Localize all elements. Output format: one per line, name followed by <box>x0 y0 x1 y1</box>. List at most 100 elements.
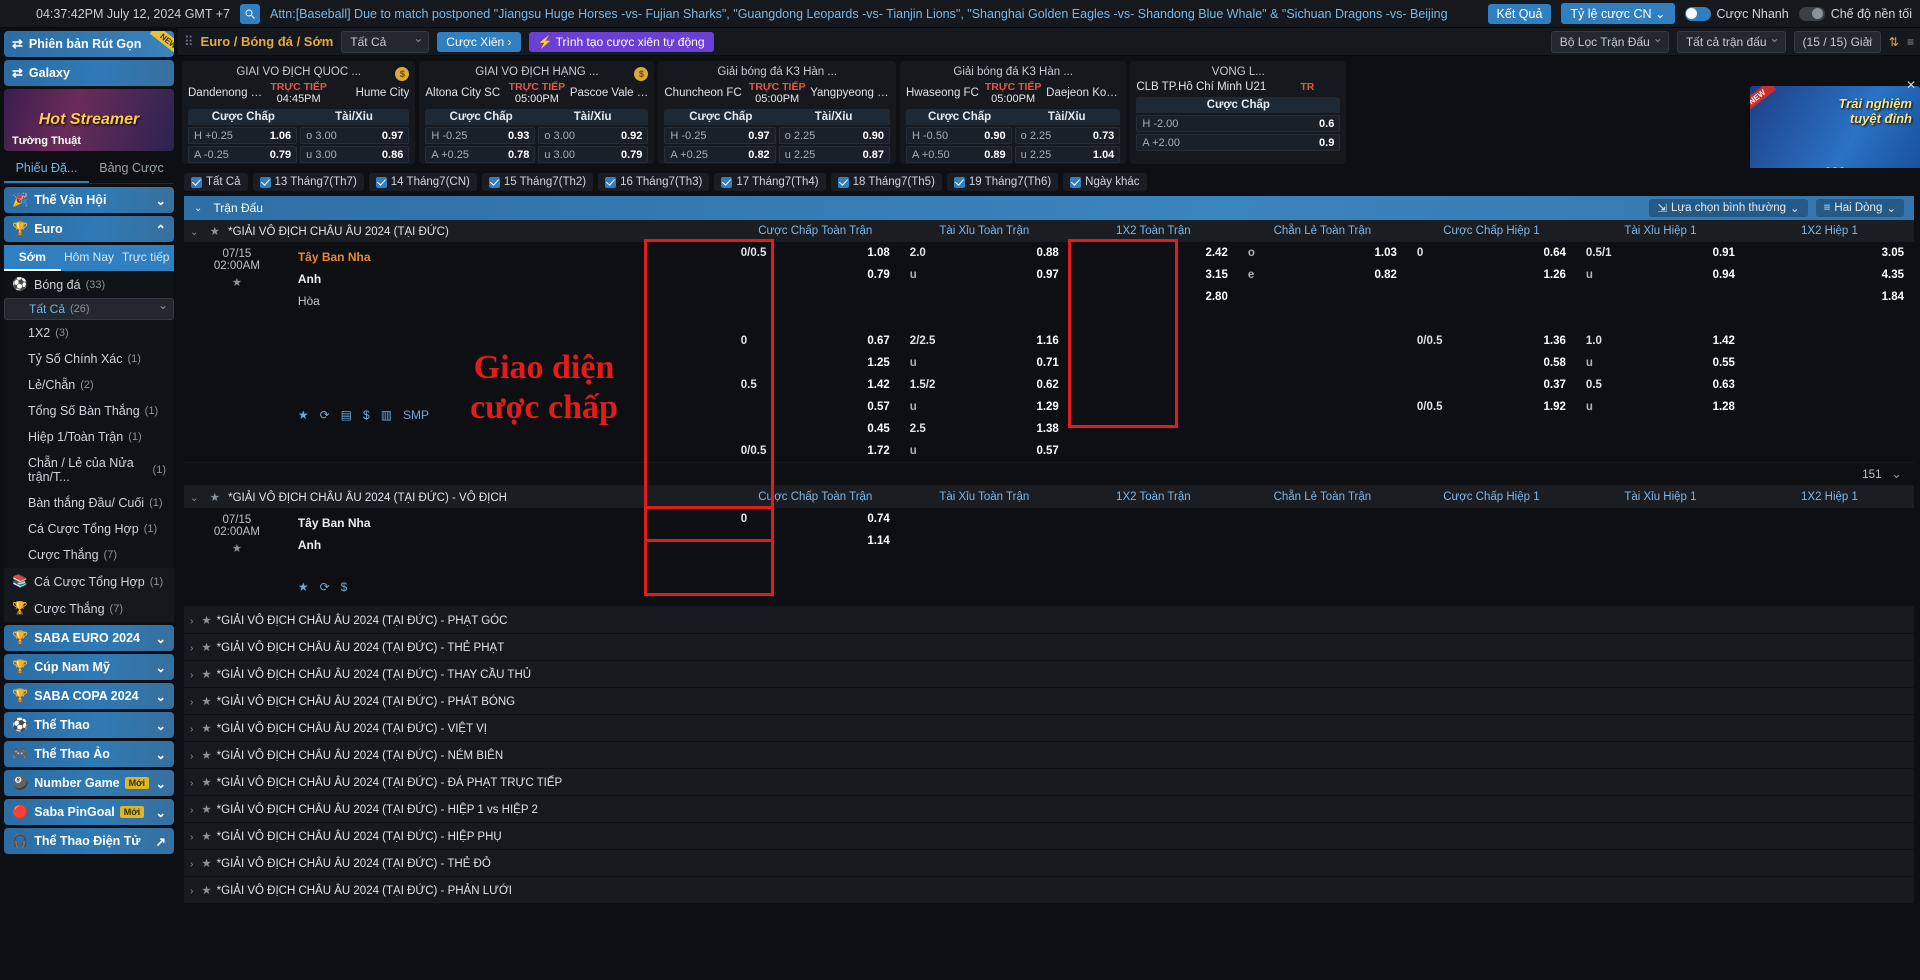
star-icon[interactable]: ★ <box>201 669 211 681</box>
chevron-down-icon[interactable]: ⌄ <box>190 227 198 238</box>
match-card[interactable]: GIẢI VÔ ĐỊCH QUỐC ... $ Dandenong City S… <box>182 61 416 164</box>
checkbox-icon[interactable] <box>721 176 733 188</box>
league-header-row[interactable]: ⌄ ★ *GIẢI VÔ ĐỊCH CHÂU ÂU 2024 (TẠI ĐỨC)… <box>184 220 1914 242</box>
odds-line[interactable]: 2.5 1.38 <box>900 418 1069 440</box>
odds-type-select[interactable]: Tỷ lệ cược CN ⌄ <box>1561 3 1675 24</box>
dollar-icon[interactable]: $ <box>363 408 370 422</box>
star-icon[interactable]: ★ <box>298 580 309 594</box>
tab-live[interactable]: Trực tiếp <box>117 245 174 271</box>
odds-line[interactable]: 0 0.74 <box>731 508 900 530</box>
odds-line[interactable]: u 0.97 <box>900 264 1069 286</box>
accordion-row[interactable]: › ★ *GIẢI VÔ ĐỊCH CHÂU ÂU 2024 (TẠI ĐỨC) -… <box>184 660 1914 688</box>
odd-cell[interactable]: o 2.25 0.73 <box>1014 127 1121 144</box>
odd-cell[interactable]: H -0.50 0.90 <box>906 127 1012 144</box>
checkbox-icon[interactable] <box>605 176 617 188</box>
sidebar-olympics[interactable]: 🎉 Thế Vận Hội ⌄ <box>4 187 174 213</box>
star-icon[interactable]: ★ <box>201 777 211 789</box>
date-chip[interactable]: 17 Tháng7(Th4) <box>714 173 826 191</box>
odd-cell[interactable]: u 3.00 0.79 <box>538 146 649 163</box>
sidebar-sports[interactable]: ⚽ Thể Thao ⌄ <box>4 712 174 738</box>
odds-line[interactable]: 2.0 0.88 <box>900 242 1069 264</box>
accordion-row[interactable]: › ★ *GIẢI VÔ ĐỊCH CHÂU ÂU 2024 (TẠI ĐỨC) -… <box>184 876 1914 904</box>
odds-line[interactable]: 3.05 <box>1745 242 1914 264</box>
sidebar-saba-pingoal[interactable]: 🔴 Saba PinGoal Mới ⌄ <box>4 799 174 825</box>
table-row[interactable]: 07/15 02:00AM ★ Tây Ban Nha Anh ★ ⟳ $ 0 … <box>184 508 1914 607</box>
odd-cell[interactable]: o 3.00 0.92 <box>538 127 649 144</box>
stats-icon[interactable]: ▥ <box>381 408 392 422</box>
odds-line[interactable]: 0/0.5 1.72 <box>731 440 900 462</box>
cell-oe-full[interactable]: o 1.03 e 0.82 <box>1237 242 1407 463</box>
odds-line[interactable]: 1.14 <box>731 530 900 552</box>
checkbox-icon[interactable] <box>191 176 202 188</box>
star-icon[interactable]: ★ <box>298 408 309 422</box>
chevron-right-icon[interactable]: › <box>190 778 193 789</box>
tab-bet-list[interactable]: Bảng Cược <box>89 155 174 183</box>
star-icon[interactable]: ★ <box>184 541 290 555</box>
refresh-icon[interactable]: ⟳ <box>320 580 330 594</box>
odds-line[interactable]: 1.0 1.42 <box>1576 330 1745 352</box>
accordion-row[interactable]: › ★ *GIẢI VÔ ĐỊCH CHÂU ÂU 2024 (TẠI ĐỨC) -… <box>184 795 1914 823</box>
odds-line[interactable]: 0.45 <box>731 418 900 440</box>
match-card[interactable]: VÒNG L... CLB TP.Hồ Chí Minh U21 TR Cược… <box>1130 61 1347 164</box>
odd-cell[interactable]: A +0.25 0.82 <box>664 146 776 163</box>
star-icon[interactable]: ★ <box>210 226 220 238</box>
tab-bet-slip[interactable]: Phiếu Đặ... <box>4 155 89 183</box>
accordion-row[interactable]: › ★ *GIẢI VÔ ĐỊCH CHÂU ÂU 2024 (TẠI ĐỨC) -… <box>184 741 1914 769</box>
odd-cell[interactable]: H -2.00 0.6 <box>1136 115 1341 132</box>
odd-cell[interactable]: H +0.25 1.06 <box>188 127 298 144</box>
odds-line[interactable]: u 1.29 <box>900 396 1069 418</box>
odds-line[interactable]: u 0.57 <box>900 440 1069 462</box>
star-icon[interactable]: ★ <box>201 723 211 735</box>
odd-cell[interactable]: H -0.25 0.97 <box>664 127 776 144</box>
odds-line[interactable]: 0.57 <box>731 396 900 418</box>
sidebar-galaxy[interactable]: ⇄ Galaxy <box>4 60 174 86</box>
sidebar-compact-version[interactable]: ⇄ Phiên bản Rút Gọn NEW <box>4 31 174 57</box>
odds-line[interactable]: 0/0.5 1.08 <box>731 242 900 264</box>
odds-line[interactable]: 2.80 <box>1069 286 1238 308</box>
chevron-right-icon[interactable]: › <box>190 886 193 897</box>
cell-1x2-full[interactable]: 2.42 3.15 2.80 <box>1068 242 1238 463</box>
tab-early[interactable]: Sớm <box>4 245 61 271</box>
chevron-right-icon[interactable]: › <box>190 616 193 627</box>
odds-line[interactable]: 3.15 <box>1069 264 1238 286</box>
checkbox-icon[interactable] <box>488 176 500 188</box>
accordion-row[interactable]: › ★ *GIẢI VÔ ĐỊCH CHÂU ÂU 2024 (TẠI ĐỨC) -… <box>184 687 1914 715</box>
odd-cell[interactable]: A +0.50 0.89 <box>906 146 1012 163</box>
cell-hdp-h1[interactable]: 0 0.64 1.26 0/0.5 1.36 0.58 0.37 0/0.5 1.92 <box>1406 242 1576 463</box>
view-select[interactable]: ⇲ Lựa chọn bình thường ⌄ <box>1649 199 1808 217</box>
league-header-row-2[interactable]: ⌄ ★ *GIẢI VÔ ĐỊCH CHÂU ÂU 2024 (TẠI ĐỨC)… <box>184 485 1914 508</box>
date-chip[interactable]: 16 Tháng7(Th3) <box>598 173 710 191</box>
odds-line[interactable]: 1.5/2 0.62 <box>900 374 1069 396</box>
odd-cell[interactable]: A -0.25 0.79 <box>188 146 298 163</box>
sidebar-item-outright[interactable]: Cược Thắng (7) <box>4 542 174 568</box>
all-matches-select[interactable]: Tất cả trận đấu <box>1676 30 1786 53</box>
results-button[interactable]: Kết Quả <box>1487 3 1552 24</box>
odds-line[interactable]: 1.26 <box>1407 264 1576 286</box>
odds-line[interactable]: 1.25 <box>731 352 900 374</box>
odds-line[interactable]: 0 0.67 <box>731 330 900 352</box>
odd-cell[interactable]: A +2.00 0.9 <box>1136 134 1341 151</box>
odds-line[interactable]: 0.5 1.42 <box>731 374 900 396</box>
sidebar-euro[interactable]: 🏆 Euro ⌃ <box>4 216 174 242</box>
date-chip[interactable]: 14 Tháng7(CN) <box>368 173 477 191</box>
checkbox-icon[interactable] <box>1070 176 1082 188</box>
odd-cell[interactable]: H -0.25 0.93 <box>425 127 536 144</box>
cell-ou-h1[interactable]: 0.5/1 0.91 u 0.94 1.0 1.42 u 0.55 0.5 0.63 u1… <box>1575 242 1745 463</box>
odds-line[interactable]: o 1.03 <box>1238 242 1407 264</box>
date-chip[interactable]: Tất Cả <box>184 173 248 191</box>
sidebar-item-odd-even[interactable]: Lẻ/Chẵn (2) <box>4 372 174 398</box>
odds-line[interactable]: 0.79 <box>731 264 900 286</box>
chevron-right-icon[interactable]: › <box>190 805 193 816</box>
accordion-row[interactable]: › ★ *GIẢI VÔ ĐỊCH CHÂU ÂU 2024 (TẠI ĐỨC) -… <box>184 633 1914 661</box>
star-icon[interactable]: ★ <box>201 642 211 654</box>
accordion-row[interactable]: › ★ *GIẢI VÔ ĐỊCH CHÂU ÂU 2024 (TẠI ĐỨC) -… <box>184 606 1914 634</box>
all-filter-select[interactable]: Tất Cả <box>341 30 430 53</box>
odd-cell[interactable]: u 2.25 0.87 <box>778 146 890 163</box>
odds-line[interactable]: 0.58 <box>1407 352 1576 374</box>
chevron-right-icon[interactable]: › <box>190 832 193 843</box>
star-icon[interactable]: ★ <box>201 696 211 708</box>
sidebar-saba-euro[interactable]: 🏆 SABA EURO 2024 ⌄ <box>4 625 174 651</box>
odds-line[interactable]: u 1.28 <box>1576 396 1745 418</box>
sidebar-esports[interactable]: 🎧 Thể Thao Điện Tử ↗ <box>4 828 174 854</box>
cell-hdp-full-2[interactable]: 0 0.74 1.14 <box>730 508 900 607</box>
